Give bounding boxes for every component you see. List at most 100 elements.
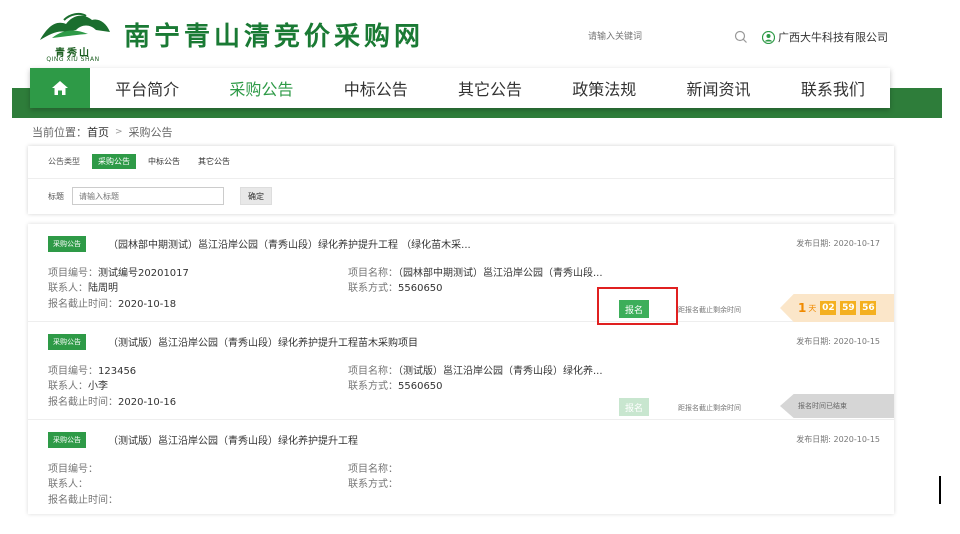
signup-button-disabled: 报名 [619, 398, 649, 416]
countdown-minutes: 59 [840, 301, 857, 315]
publish-date: 发布日期: 2020-10-17 [796, 239, 880, 248]
countdown-timer: 1 天 02 59 56 [780, 294, 894, 322]
deadline-label: 报名截止时间： [48, 299, 118, 310]
filter-tab-other[interactable]: 其它公告 [192, 154, 236, 169]
main-nav: 平台简介 采购公告 中标公告 其它公告 政策法规 新闻资讯 联系我们 [30, 68, 890, 108]
filter-tab-award[interactable]: 中标公告 [142, 154, 186, 169]
project-no-label: 项目编号： [48, 366, 98, 377]
notice-type-badge: 采购公告 [48, 236, 86, 252]
deadline-label: 报名截止时间： [48, 397, 118, 408]
contact-method-label: 联系方式： [348, 479, 398, 490]
mountain-logo-icon [40, 12, 110, 40]
project-name-label: 项目名称： [348, 464, 398, 475]
confirm-button[interactable]: 确定 [240, 187, 272, 205]
breadcrumb: 当前位置： 首页 > 采购公告 [32, 124, 173, 140]
search-input[interactable] [582, 26, 732, 48]
countdown-days: 1 [798, 301, 807, 315]
nav-item-procurement-notice[interactable]: 采购公告 [204, 68, 318, 108]
nav-home-button[interactable] [30, 68, 90, 108]
header: 青秀山 QING XIU SHAN 南宁青山清竞价采购网 广西大牛科技有限公司 [0, 0, 960, 70]
list-item: 采购公告 （园林部中期测试）邕江沿岸公园（青秀山段）绿化养护提升工程 （绿化苗木… [28, 224, 894, 322]
contact-method-value: 5560650 [398, 381, 443, 392]
publish-date: 发布日期: 2020-10-15 [796, 337, 880, 346]
list-item: 采购公告 （测试版）邕江沿岸公园（青秀山段）绿化养护提升工程 发布日期: 202… [28, 420, 894, 514]
nav-item-award-notice[interactable]: 中标公告 [319, 68, 433, 108]
publish-date: 发布日期: 2020-10-15 [796, 435, 880, 444]
countdown-hours: 02 [820, 301, 837, 315]
project-no-field: 项目编号：123456 [48, 362, 136, 377]
deadline-label: 报名截止时间： [48, 495, 118, 506]
notice-title-link[interactable]: （园林部中期测试）邕江沿岸公园（青秀山段）绿化养护提升工程 （绿化苗木采... [108, 236, 471, 251]
contact-label: 联系人： [48, 283, 88, 294]
deadline-remaining-label: 距报名截止剩余时间 [678, 404, 741, 412]
project-name-value: （园林部中期测试）邕江沿岸公园（青秀山段... [398, 268, 603, 279]
contact-label: 联系人： [48, 381, 88, 392]
contact-field: 联系人： [48, 475, 88, 490]
contact-value: 陆周明 [88, 283, 118, 294]
project-no-value: 测试编号20201017 [98, 268, 189, 279]
title-search-input[interactable] [72, 187, 224, 205]
project-no-field: 项目编号： [48, 460, 98, 475]
logo[interactable]: 青秀山 QING XIU SHAN [30, 10, 116, 64]
breadcrumb-home[interactable]: 首页 [87, 124, 109, 140]
contact-value: 小李 [88, 381, 108, 392]
logo-english-text: QING XIU SHAN [46, 56, 100, 63]
project-no-label: 项目编号： [48, 268, 98, 279]
signup-highlight-box [597, 287, 678, 325]
nav-item-platform-intro[interactable]: 平台简介 [90, 68, 204, 108]
project-name-field: 项目名称：（测试版）邕江沿岸公园（青秀山段）绿化养... [348, 362, 603, 377]
notice-title-link[interactable]: （测试版）邕江沿岸公园（青秀山段）绿化养护提升工程 [108, 432, 358, 447]
contact-method-label: 联系方式： [348, 381, 398, 392]
text-cursor [939, 476, 941, 504]
filter-tab-procurement[interactable]: 采购公告 [92, 154, 136, 169]
nav-item-news[interactable]: 新闻资讯 [661, 68, 775, 108]
nav-item-contact[interactable]: 联系我们 [776, 68, 890, 108]
contact-field: 联系人：小李 [48, 377, 108, 392]
deadline-value: 2020-10-18 [118, 299, 177, 310]
site-title: 南宁青山清竞价采购网 [124, 22, 425, 52]
type-filter: 公告类型 采购公告 中标公告 其它公告 [48, 154, 242, 169]
contact-method-field: 联系方式： [348, 475, 398, 490]
contact-field: 联系人：陆周明 [48, 279, 118, 294]
contact-label: 联系人： [48, 479, 88, 490]
project-name-field: 项目名称：（园林部中期测试）邕江沿岸公园（青秀山段... [348, 264, 603, 279]
breadcrumb-separator-icon: > [115, 127, 123, 137]
home-icon [52, 81, 68, 95]
project-name-value: （测试版）邕江沿岸公园（青秀山段）绿化养... [398, 366, 603, 377]
breadcrumb-current: 采购公告 [128, 126, 173, 139]
filter-divider [28, 178, 894, 179]
deadline-remaining-label: 距报名截止剩余时间 [678, 306, 741, 314]
user-circle-icon [762, 30, 775, 44]
nav-item-other-notice[interactable]: 其它公告 [433, 68, 547, 108]
contact-method-field: 联系方式：5560650 [348, 279, 443, 294]
search-icon[interactable] [732, 29, 750, 45]
user-account[interactable]: 广西大牛科技有限公司 [762, 28, 888, 46]
countdown-day-unit: 天 [808, 303, 817, 313]
notice-list: 采购公告 （园林部中期测试）邕江沿岸公园（青秀山段）绿化养护提升工程 （绿化苗木… [28, 224, 894, 514]
list-item: 采购公告 （测试版）邕江沿岸公园（青秀山段）绿化养护提升工程苗木采购项目 发布日… [28, 322, 894, 420]
deadline-value: 2020-10-16 [118, 397, 177, 408]
user-name: 广西大牛科技有限公司 [778, 31, 888, 44]
page: 青秀山 QING XIU SHAN 南宁青山清竞价采购网 广西大牛科技有限公司 [0, 0, 960, 534]
title-filter: 标题 确定 [48, 187, 272, 205]
breadcrumb-prefix: 当前位置： [32, 126, 87, 139]
project-name-label: 项目名称： [348, 366, 398, 377]
nav-item-policies[interactable]: 政策法规 [547, 68, 661, 108]
deadline-field: 报名截止时间： [48, 491, 118, 506]
signup-ended-badge: 报名时间已结束 [780, 394, 894, 418]
filter-panel: 公告类型 采购公告 中标公告 其它公告 标题 确定 [28, 146, 894, 214]
search-box [582, 26, 752, 48]
contact-method-label: 联系方式： [348, 283, 398, 294]
title-filter-label: 标题 [48, 191, 64, 201]
notice-type-badge: 采购公告 [48, 334, 86, 350]
project-no-label: 项目编号： [48, 464, 98, 475]
project-name-label: 项目名称： [348, 268, 398, 279]
notice-title-link[interactable]: （测试版）邕江沿岸公园（青秀山段）绿化养护提升工程苗木采购项目 [108, 334, 418, 349]
type-filter-label: 公告类型 [48, 157, 80, 166]
project-no-field: 项目编号：测试编号20201017 [48, 264, 189, 279]
project-no-value: 123456 [98, 366, 137, 377]
project-name-field: 项目名称： [348, 460, 398, 475]
countdown-seconds: 56 [860, 301, 877, 315]
deadline-field: 报名截止时间：2020-10-18 [48, 295, 176, 310]
deadline-field: 报名截止时间：2020-10-16 [48, 393, 176, 408]
